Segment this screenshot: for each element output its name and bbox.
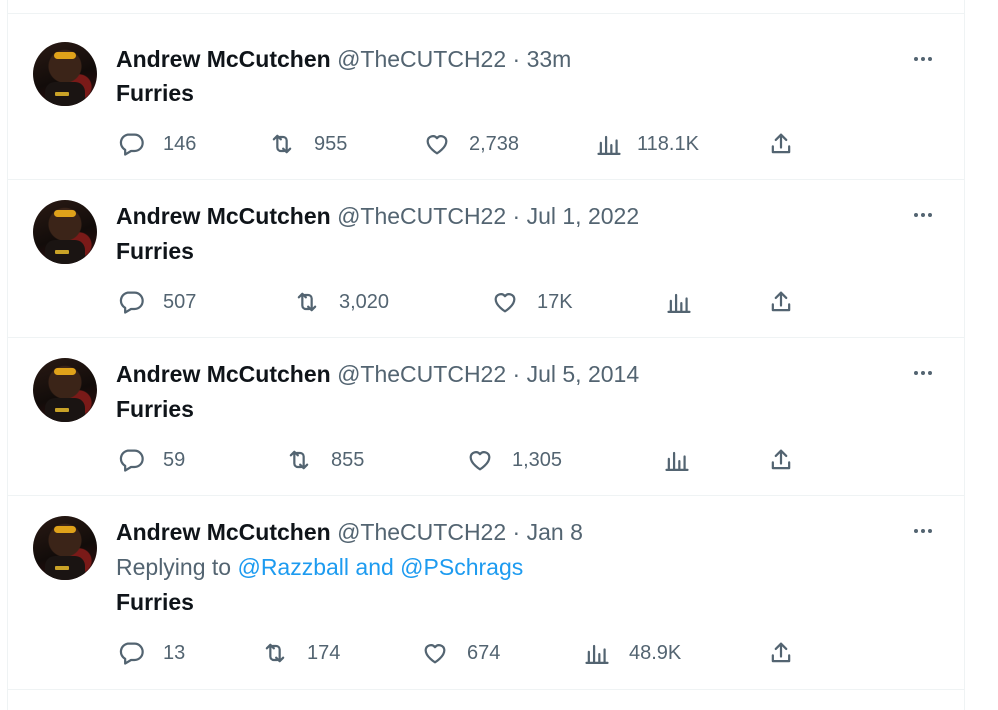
retweet-button[interactable]: 174 <box>261 637 340 669</box>
tweet[interactable]: Andrew McCutchen @TheCUTCH22 · Jul 1, 20… <box>7 180 965 338</box>
views-button[interactable] <box>663 444 709 476</box>
reply-count: 59 <box>163 448 186 471</box>
replying-mentions[interactable]: @Razzball and @PSchrags <box>237 554 523 580</box>
timestamp[interactable]: Jan 8 <box>527 519 583 545</box>
avatar[interactable] <box>33 42 97 106</box>
share-button[interactable] <box>767 637 795 669</box>
replying-prefix: Replying to <box>116 554 232 580</box>
separator: · <box>512 203 521 229</box>
avatar[interactable] <box>33 516 97 580</box>
tweet-header: Andrew McCutchen @TheCUTCH22 · Jul 5, 20… <box>116 359 639 389</box>
share-icon <box>771 291 791 312</box>
author-handle[interactable]: @TheCUTCH22 <box>337 46 506 72</box>
tweet-header: Andrew McCutchen @TheCUTCH22 · Jan 8 <box>116 517 583 547</box>
views-icon <box>585 644 609 665</box>
author-name[interactable]: Andrew McCutchen <box>116 519 331 545</box>
tweet-text: Furries <box>116 80 194 106</box>
tweet-actions: 507 3,020 17K <box>7 286 965 318</box>
like-button[interactable]: 674 <box>421 637 500 669</box>
views-button[interactable] <box>665 286 711 318</box>
author-name[interactable]: Andrew McCutchen <box>116 203 331 229</box>
like-count: 2,738 <box>469 132 520 155</box>
reply-count: 13 <box>163 641 186 664</box>
tweet-text: Furries <box>116 589 194 615</box>
share-button[interactable] <box>767 128 795 160</box>
retweet-button[interactable]: 3,020 <box>293 286 389 318</box>
separator: · <box>512 361 521 387</box>
more-icon[interactable] <box>910 518 936 544</box>
views-button[interactable]: 118.1K <box>595 128 699 160</box>
reply-count: 507 <box>163 290 197 313</box>
share-button[interactable] <box>767 444 795 476</box>
like-icon <box>469 451 491 471</box>
tweet-actions: 13 174 674 48.9K <box>7 637 965 669</box>
retweet-count: 955 <box>314 132 348 155</box>
tweet[interactable]: Andrew McCutchen @TheCUTCH22 · Jul 5, 20… <box>7 338 965 496</box>
tweet[interactable]: Andrew McCutchen @TheCUTCH22 · Jan 8 Rep… <box>7 496 965 690</box>
views-count: 48.9K <box>629 641 682 664</box>
more-icon[interactable] <box>910 46 936 72</box>
retweet-button[interactable]: 955 <box>268 128 347 160</box>
views-count: 118.1K <box>637 132 699 155</box>
author-handle[interactable]: @TheCUTCH22 <box>337 361 506 387</box>
like-button[interactable]: 17K <box>491 286 573 318</box>
retweet-count: 855 <box>331 448 365 471</box>
reply-count: 146 <box>163 132 197 155</box>
tweet-actions: 59 855 1,305 <box>7 444 965 476</box>
views-icon <box>665 451 689 472</box>
replying-to: Replying to @Razzball and @PSchrags <box>116 552 523 582</box>
views-button[interactable]: 48.9K <box>583 637 681 669</box>
timestamp[interactable]: Jul 5, 2014 <box>527 361 640 387</box>
like-count: 17K <box>537 290 573 313</box>
reply-button[interactable]: 146 <box>117 128 196 160</box>
retweet-count: 3,020 <box>339 290 390 313</box>
author-name[interactable]: Andrew McCutchen <box>116 46 331 72</box>
like-button[interactable]: 2,738 <box>423 128 519 160</box>
like-icon <box>424 644 446 664</box>
reply-icon <box>119 291 144 314</box>
like-icon <box>426 135 448 155</box>
retweet-button[interactable]: 855 <box>285 444 364 476</box>
separator: · <box>512 519 521 545</box>
share-icon <box>771 642 791 663</box>
retweet-icon <box>265 643 285 663</box>
reply-button[interactable]: 59 <box>117 444 185 476</box>
tweet-text: Furries <box>116 238 194 264</box>
reply-button[interactable]: 507 <box>117 286 196 318</box>
share-icon <box>771 133 791 154</box>
tweet-text: Furries <box>116 396 194 422</box>
reply-icon <box>119 642 144 665</box>
timestamp[interactable]: Jul 1, 2022 <box>527 203 640 229</box>
tweet-header: Andrew McCutchen @TheCUTCH22 · Jul 1, 20… <box>116 201 639 231</box>
reply-button[interactable]: 13 <box>117 637 185 669</box>
like-count: 1,305 <box>512 448 563 471</box>
avatar[interactable] <box>33 358 97 422</box>
retweet-icon <box>297 292 317 312</box>
author-handle[interactable]: @TheCUTCH22 <box>337 519 506 545</box>
views-icon <box>667 293 691 314</box>
separator: · <box>512 46 521 72</box>
timestamp[interactable]: 33m <box>527 46 572 72</box>
like-button[interactable]: 1,305 <box>466 444 562 476</box>
more-icon[interactable] <box>910 360 936 386</box>
retweet-icon <box>272 134 292 154</box>
reply-icon <box>119 449 144 472</box>
retweet-count: 174 <box>307 641 341 664</box>
more-icon[interactable] <box>910 202 936 228</box>
like-count: 674 <box>467 641 501 664</box>
author-name[interactable]: Andrew McCutchen <box>116 361 331 387</box>
tweet-header: Andrew McCutchen @TheCUTCH22 · 33m <box>116 44 571 74</box>
like-icon <box>494 293 516 313</box>
author-handle[interactable]: @TheCUTCH22 <box>337 203 506 229</box>
share-icon <box>771 449 791 470</box>
views-icon <box>597 135 621 156</box>
avatar[interactable] <box>33 200 97 264</box>
reply-icon <box>119 133 144 156</box>
tweet-actions: 146 955 2,738 118.1K <box>7 128 965 160</box>
share-button[interactable] <box>767 286 795 318</box>
retweet-icon <box>289 450 309 470</box>
tweet[interactable]: Andrew McCutchen @TheCUTCH22 · 33m Furri… <box>7 14 965 180</box>
